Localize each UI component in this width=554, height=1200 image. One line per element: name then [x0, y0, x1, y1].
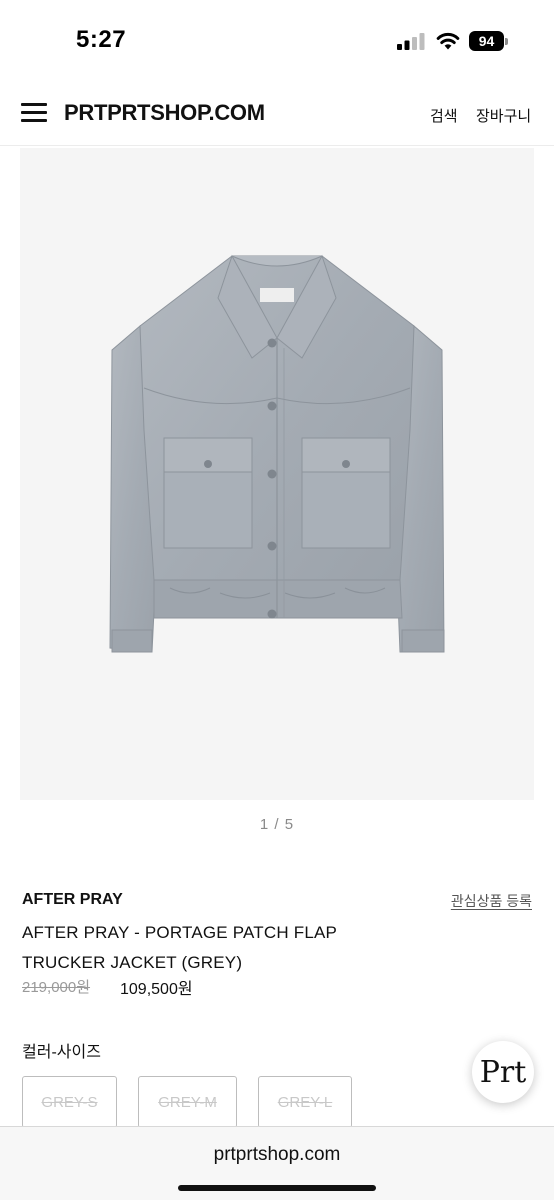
- option-grey-m-button[interactable]: GREY-M: [138, 1076, 237, 1128]
- option-grey-l-button[interactable]: GREY-L: [258, 1076, 352, 1128]
- browser-url-bar: prtprtshop.com: [0, 1126, 554, 1200]
- product-title: AFTER PRAY - PORTAGE PATCH FLAP TRUCKER …: [22, 923, 337, 972]
- product-image[interactable]: [20, 148, 534, 800]
- original-price: 219,000원: [22, 979, 91, 996]
- option-grey-s-button[interactable]: GREY-S: [22, 1076, 117, 1128]
- brand-name[interactable]: AFTER PRAY: [22, 891, 123, 909]
- battery-cap: [505, 38, 508, 45]
- sale-price: 109,500원: [120, 981, 193, 998]
- wifi-icon: [436, 32, 460, 50]
- site-header: PRTPRTSHOP.COM 검색 장바구니: [0, 88, 554, 146]
- hamburger-menu-icon[interactable]: [21, 103, 47, 123]
- home-indicator: [178, 1185, 376, 1191]
- cart-link[interactable]: 장바구니: [476, 105, 531, 126]
- wishlist-link[interactable]: 관심상품 등록: [451, 891, 532, 911]
- url-text[interactable]: prtprtshop.com: [0, 1144, 554, 1166]
- status-time: 5:27: [76, 26, 127, 53]
- option-label: 컬러-사이즈: [22, 1044, 101, 1061]
- site-logo[interactable]: PRTPRTSHOP.COM: [64, 100, 265, 126]
- prt-chat-button[interactable]: Prt: [472, 1041, 534, 1103]
- image-counter: 1 / 5: [259, 816, 295, 833]
- jacket-image: [109, 254, 445, 653]
- signal-icon: [397, 33, 425, 50]
- search-link[interactable]: 검색: [430, 105, 458, 126]
- status-bar: 5:27 94: [0, 0, 554, 80]
- battery-icon: 94: [469, 31, 509, 51]
- battery-level: 94: [469, 31, 504, 51]
